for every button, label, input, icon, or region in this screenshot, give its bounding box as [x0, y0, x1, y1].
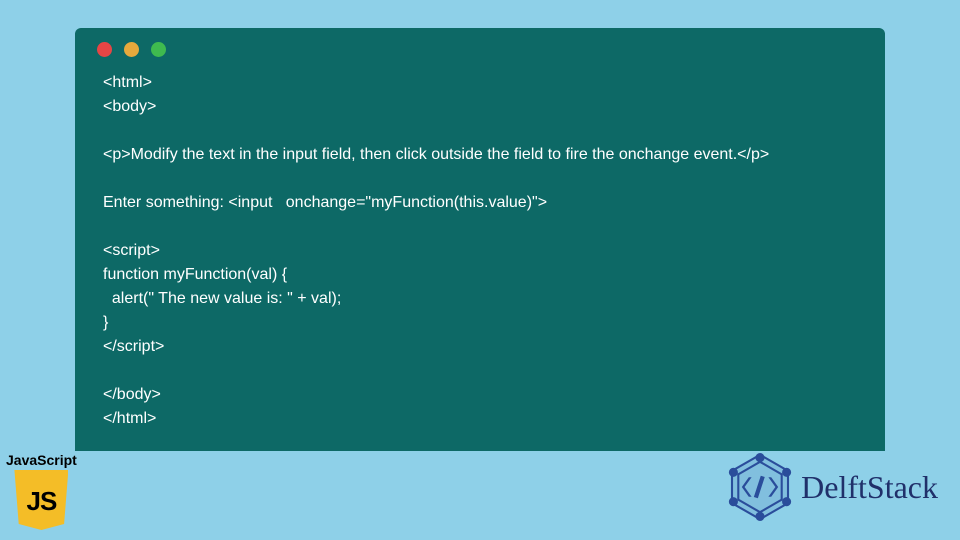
javascript-icon-text: JS [27, 486, 57, 517]
window-traffic-lights [95, 42, 865, 57]
traffic-light-green [151, 42, 166, 57]
traffic-light-red [97, 42, 112, 57]
javascript-label: JavaScript [6, 452, 77, 468]
brand-name: DelftStack [801, 469, 938, 506]
javascript-shield-icon: JS [14, 470, 68, 530]
traffic-light-yellow [124, 42, 139, 57]
brand-logo-icon [725, 452, 795, 522]
code-block: <html> <body> <p>Modify the text in the … [95, 71, 865, 431]
javascript-badge: JavaScript JS [6, 452, 77, 530]
brand-area: DelftStack [725, 452, 938, 522]
code-window: <html> <body> <p>Modify the text in the … [75, 28, 885, 451]
